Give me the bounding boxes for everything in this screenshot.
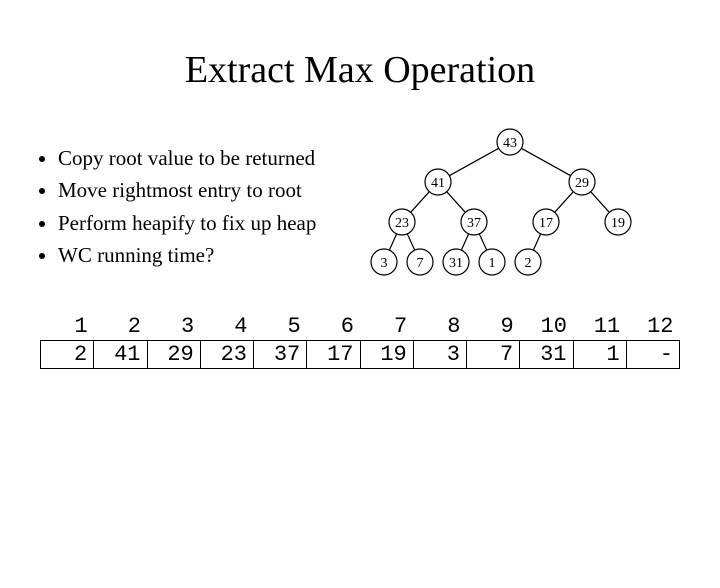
array-index-cell: 9 [467, 313, 520, 341]
array-index-cell: 4 [200, 313, 253, 341]
bullet-item: WC running time? [58, 242, 360, 268]
array-index-cell: 1 [41, 313, 94, 341]
array-value-cell: 29 [147, 341, 200, 369]
tree-edge [407, 234, 414, 250]
tree-edge [449, 148, 498, 175]
array-index-cell: 2 [94, 313, 147, 341]
array-value-cell: 19 [360, 341, 413, 369]
tree-edge [447, 192, 466, 213]
tree-node-label: 3 [381, 256, 388, 271]
array-value-cell: 1 [573, 341, 626, 369]
tree-edge [521, 148, 570, 175]
array-index-cell: 6 [307, 313, 360, 341]
tree-node-label: 7 [417, 256, 424, 271]
tree-node-label: 19 [611, 216, 625, 231]
page-title: Extract Max Operation [0, 48, 720, 92]
bullet-item: Copy root value to be returned [58, 145, 360, 171]
array-index-cell: 8 [413, 313, 466, 341]
array-index-cell: 11 [573, 313, 626, 341]
array-value-cell: 3 [413, 341, 466, 369]
tree-node-label: 43 [503, 136, 517, 151]
array-index-cell: 7 [360, 313, 413, 341]
array-table: 123456789101112 241292337171937311- [40, 313, 680, 369]
array-value-cell: 17 [307, 341, 360, 369]
array-value-cell: 7 [467, 341, 520, 369]
array-indices-row: 123456789101112 [41, 313, 680, 341]
heap-tree: 43412923371719373112 [360, 124, 680, 295]
tree-edge [591, 192, 610, 213]
tree-node-label: 29 [575, 176, 589, 191]
bullet-item: Move rightmost entry to root [58, 177, 360, 203]
array-value-cell: 2 [41, 341, 94, 369]
array-values-row: 241292337171937311- [41, 341, 680, 369]
array-index-cell: 12 [626, 313, 679, 341]
bullet-list: Copy root value to be returned Move right… [40, 145, 360, 274]
tree-node-label: 17 [539, 216, 553, 231]
tree-edge [533, 234, 540, 250]
array-value-cell: - [626, 341, 679, 369]
array-value-cell: 41 [94, 341, 147, 369]
tree-edge [555, 192, 574, 213]
array-value-cell: 37 [254, 341, 307, 369]
tree-node-label: 1 [489, 256, 496, 271]
tree-node-label: 23 [395, 216, 409, 231]
tree-edge [411, 192, 430, 213]
array-index-cell: 5 [254, 313, 307, 341]
array-value-cell: 23 [200, 341, 253, 369]
array-index-cell: 3 [147, 313, 200, 341]
bullet-item: Perform heapify to fix up heap [58, 210, 360, 236]
tree-edge [479, 234, 486, 250]
tree-edge [389, 234, 396, 250]
tree-node-label: 37 [467, 216, 481, 231]
tree-edge [461, 234, 468, 250]
tree-node-label: 2 [525, 256, 532, 271]
tree-node-label: 41 [431, 176, 445, 191]
tree-node-label: 31 [449, 256, 463, 271]
array-value-cell: 31 [520, 341, 573, 369]
array-index-cell: 10 [520, 313, 573, 341]
